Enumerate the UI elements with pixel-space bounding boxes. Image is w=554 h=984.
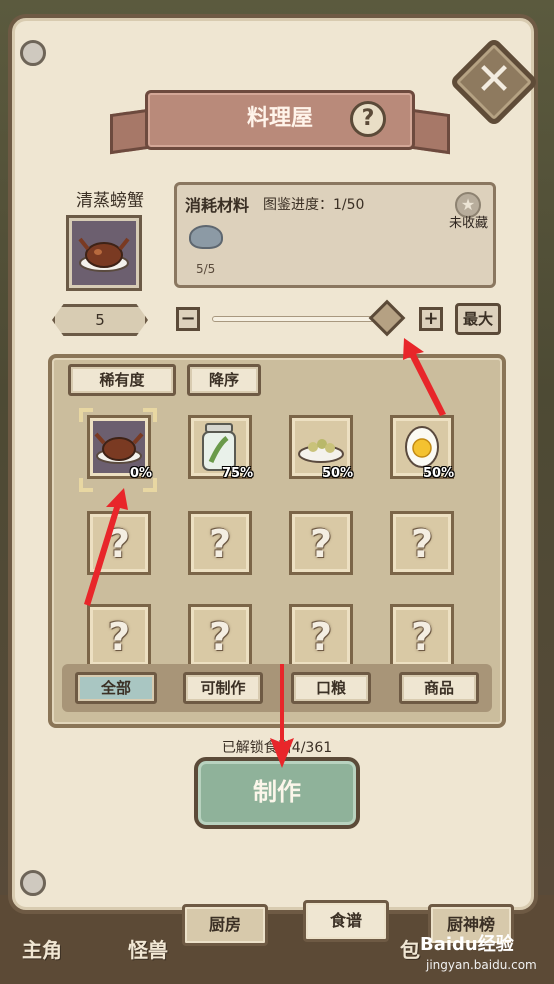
annotation-arrows: [84, 338, 446, 768]
arrow-to-make-button-icon: [270, 664, 294, 768]
arrow-to-slider-icon: [403, 338, 446, 416]
arrow-to-crab-slot-icon: [84, 488, 128, 606]
